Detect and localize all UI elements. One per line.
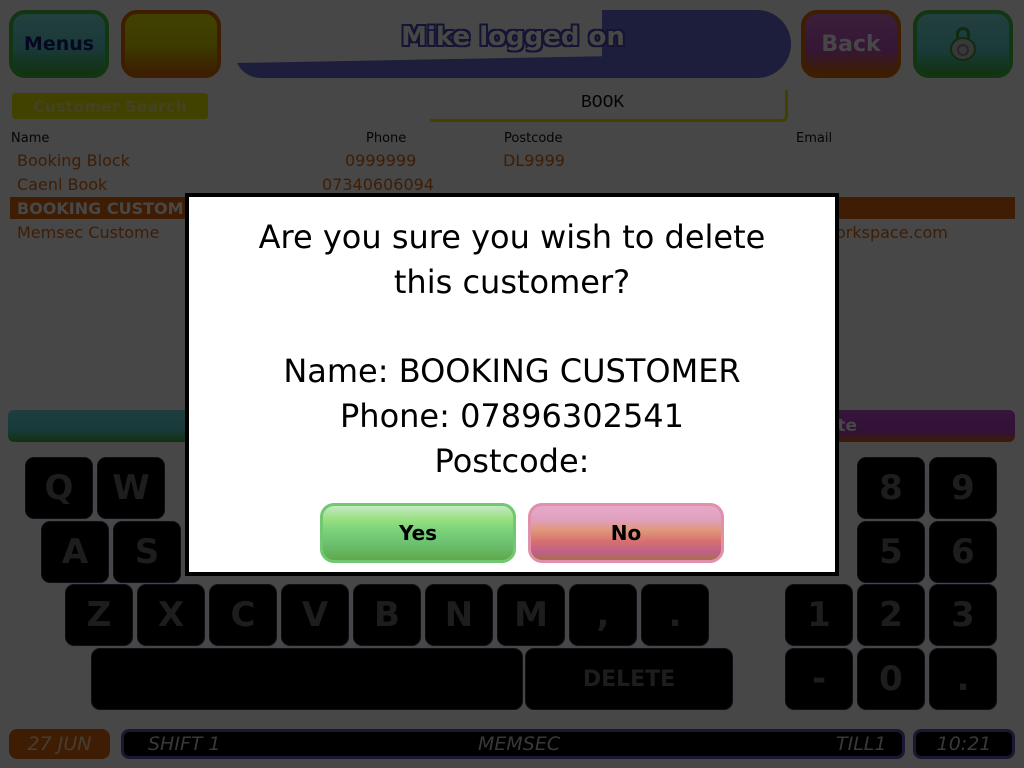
dialog-name-line: Name: BOOKING CUSTOMER xyxy=(283,352,741,390)
yes-button[interactable]: Yes xyxy=(320,503,516,563)
dialog-postcode-line: Postcode: xyxy=(434,442,590,480)
yes-label: Yes xyxy=(398,521,438,545)
dialog-phone-line: Phone: 07896302541 xyxy=(339,397,685,435)
delete-confirm-dialog: Are you sure you wish to delete this cus… xyxy=(185,193,839,576)
dialog-question-line2: this customer? xyxy=(393,263,631,301)
no-label: No xyxy=(610,521,642,545)
dialog-question-line1: Are you sure you wish to delete xyxy=(258,218,766,256)
no-button[interactable]: No xyxy=(528,503,724,563)
